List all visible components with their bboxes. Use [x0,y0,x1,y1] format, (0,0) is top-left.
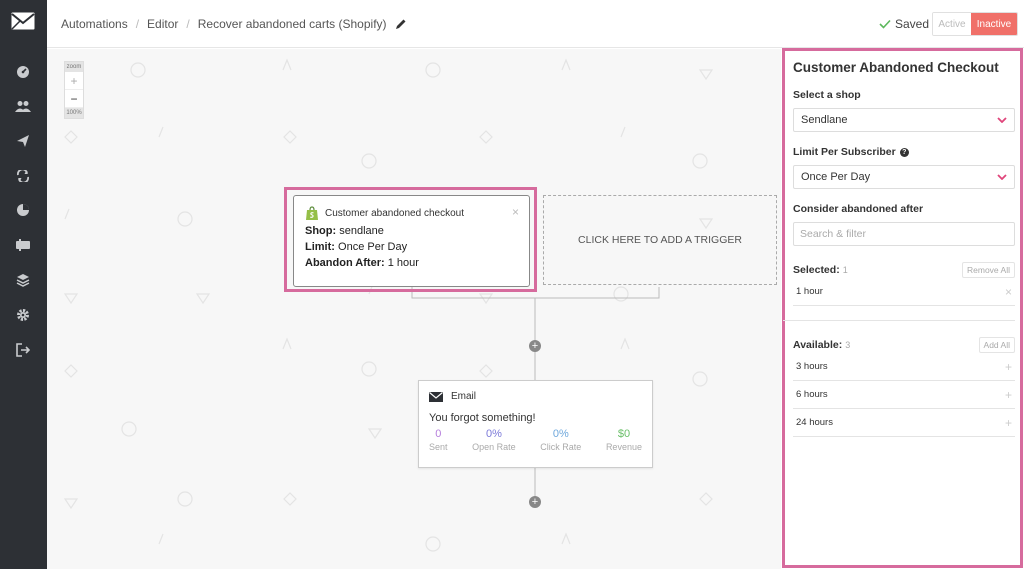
chevron-down-icon [997,174,1007,180]
limit-label: Limit Per Subscriber ? [793,146,1015,158]
stat-value: $0 [617,428,631,440]
breadcrumb-separator: / [186,17,190,31]
left-sidebar [0,0,47,569]
shop-label: Select a shop [793,89,1015,101]
workflow-canvas[interactable]: zoom + − 100% + + Customer abandoned che… [47,49,781,569]
trigger-abandon-value: 1 hour [387,257,419,269]
flow-connector-lines [411,287,660,502]
dashboard-icon[interactable] [13,62,33,82]
email-step-card[interactable]: Email You forgot something! 0 Sent 0% Op… [418,380,653,468]
trigger-abandon-row: Abandon After: 1 hour [305,257,518,269]
shop-select-value: Sendlane [801,114,848,126]
stat-label: Revenue [605,442,642,452]
selected-header: Selected: 1 Remove All [793,262,1015,278]
shop-label-text: Select a shop [793,89,861,101]
breadcrumb-separator: / [135,17,140,31]
app-logo-icon[interactable] [11,12,35,30]
status-toggle: Active Inactive [932,12,1018,36]
trigger-shop-row: Shop: sendlane [305,225,518,237]
add-item-icon[interactable]: + [1005,360,1012,374]
breadcrumb-automations[interactable]: Automations [61,17,128,31]
active-button[interactable]: Active [933,13,971,35]
limit-select-value: Once Per Day [801,171,871,183]
panel-title: Customer Abandoned Checkout [793,60,999,75]
chevron-down-icon [997,117,1007,123]
saved-label: Saved [895,17,930,31]
available-label-text: Available: [793,339,843,351]
stat-value: 0% [485,428,502,440]
saved-indicator: Saved [879,17,929,31]
trigger-card[interactable]: Customer abandoned checkout × Shop: send… [293,195,530,287]
abandon-label: Consider abandoned after [793,203,1015,215]
trigger-abandon-label: Abandon After: [305,257,385,269]
selected-label: Selected: 1 [793,264,848,276]
top-header: Automations / Editor / Recover abandoned… [47,0,1024,48]
checkmark-icon [879,19,891,29]
trigger-limit-row: Limit: Once Per Day [305,241,518,253]
stat-label: Sent [429,442,448,452]
stat-label: Open Rate [472,442,516,452]
stat-sent: 0 Sent [429,428,448,452]
selected-item-label: 1 hour [796,286,823,297]
email-envelope-icon [429,391,443,402]
email-stats: 0 Sent 0% Open Rate 0% Click Rate $0 Rev… [429,428,642,452]
trigger-limit-label: Limit: [305,241,335,253]
add-step-button[interactable]: + [529,496,541,508]
add-trigger-button[interactable]: CLICK HERE TO ADD A TRIGGER [543,195,777,285]
selected-item: 1 hour × [793,278,1015,306]
available-item[interactable]: 24 hours + [793,409,1015,437]
available-item-label: 6 hours [796,389,828,400]
breadcrumb: Automations / Editor / Recover abandoned… [61,17,407,31]
forms-icon[interactable] [13,235,33,255]
shopify-bag-icon [306,206,318,220]
stat-open-rate: 0% Open Rate [472,428,516,452]
settings-gear-icon[interactable] [13,305,33,325]
limit-select[interactable]: Once Per Day [793,165,1015,189]
automations-icon[interactable] [13,166,33,186]
shop-select[interactable]: Sendlane [793,108,1015,132]
trigger-close-icon[interactable]: × [512,205,519,219]
stat-revenue: $0 Revenue [606,428,642,452]
email-subject: You forgot something! [429,412,536,424]
stat-value: 0 [435,428,442,440]
add-item-icon[interactable]: + [1005,388,1012,402]
contacts-icon[interactable] [13,96,33,116]
trigger-limit-value: Once Per Day [338,241,408,253]
add-item-icon[interactable]: + [1005,416,1012,430]
logout-icon[interactable] [13,340,33,360]
available-item[interactable]: 6 hours + [793,381,1015,409]
available-label: Available: 3 [793,339,850,351]
trigger-shop-value: sendlane [339,225,384,237]
search-filter-input[interactable] [793,222,1015,246]
add-step-button[interactable]: + [529,340,541,352]
add-all-button[interactable]: Add All [978,337,1015,353]
remove-all-button[interactable]: Remove All [962,262,1015,278]
stat-click-rate: 0% Click Rate [540,428,581,452]
edit-pencil-icon[interactable] [395,18,407,30]
available-count: 3 [845,340,851,350]
selected-label-text: Selected: [793,264,840,276]
available-item-label: 24 hours [796,417,833,428]
available-item[interactable]: 3 hours + [793,353,1015,381]
available-header: Available: 3 Add All [793,337,1015,353]
email-step-title: Email [451,391,477,402]
integrations-icon[interactable] [13,270,33,290]
stat-value: 0% [552,428,569,440]
selected-count: 1 [842,265,848,275]
stat-label: Click Rate [540,442,582,452]
reports-icon[interactable] [13,200,33,220]
panel-divider [783,320,1015,321]
trigger-settings-panel: Customer Abandoned Checkout Select a sho… [783,60,1015,437]
help-icon[interactable]: ? [899,147,909,157]
campaigns-icon[interactable] [13,131,33,151]
remove-item-icon[interactable]: × [1005,285,1012,299]
inactive-button[interactable]: Inactive [971,13,1017,35]
limit-label-text: Limit Per Subscriber [793,146,896,158]
breadcrumb-editor[interactable]: Editor [147,17,178,31]
trigger-shop-label: Shop: [305,225,337,237]
available-item-label: 3 hours [796,361,828,372]
automation-name: Recover abandoned carts (Shopify) [197,17,387,31]
abandon-label-text: Consider abandoned after [793,203,924,215]
trigger-title: Customer abandoned checkout [325,208,464,219]
